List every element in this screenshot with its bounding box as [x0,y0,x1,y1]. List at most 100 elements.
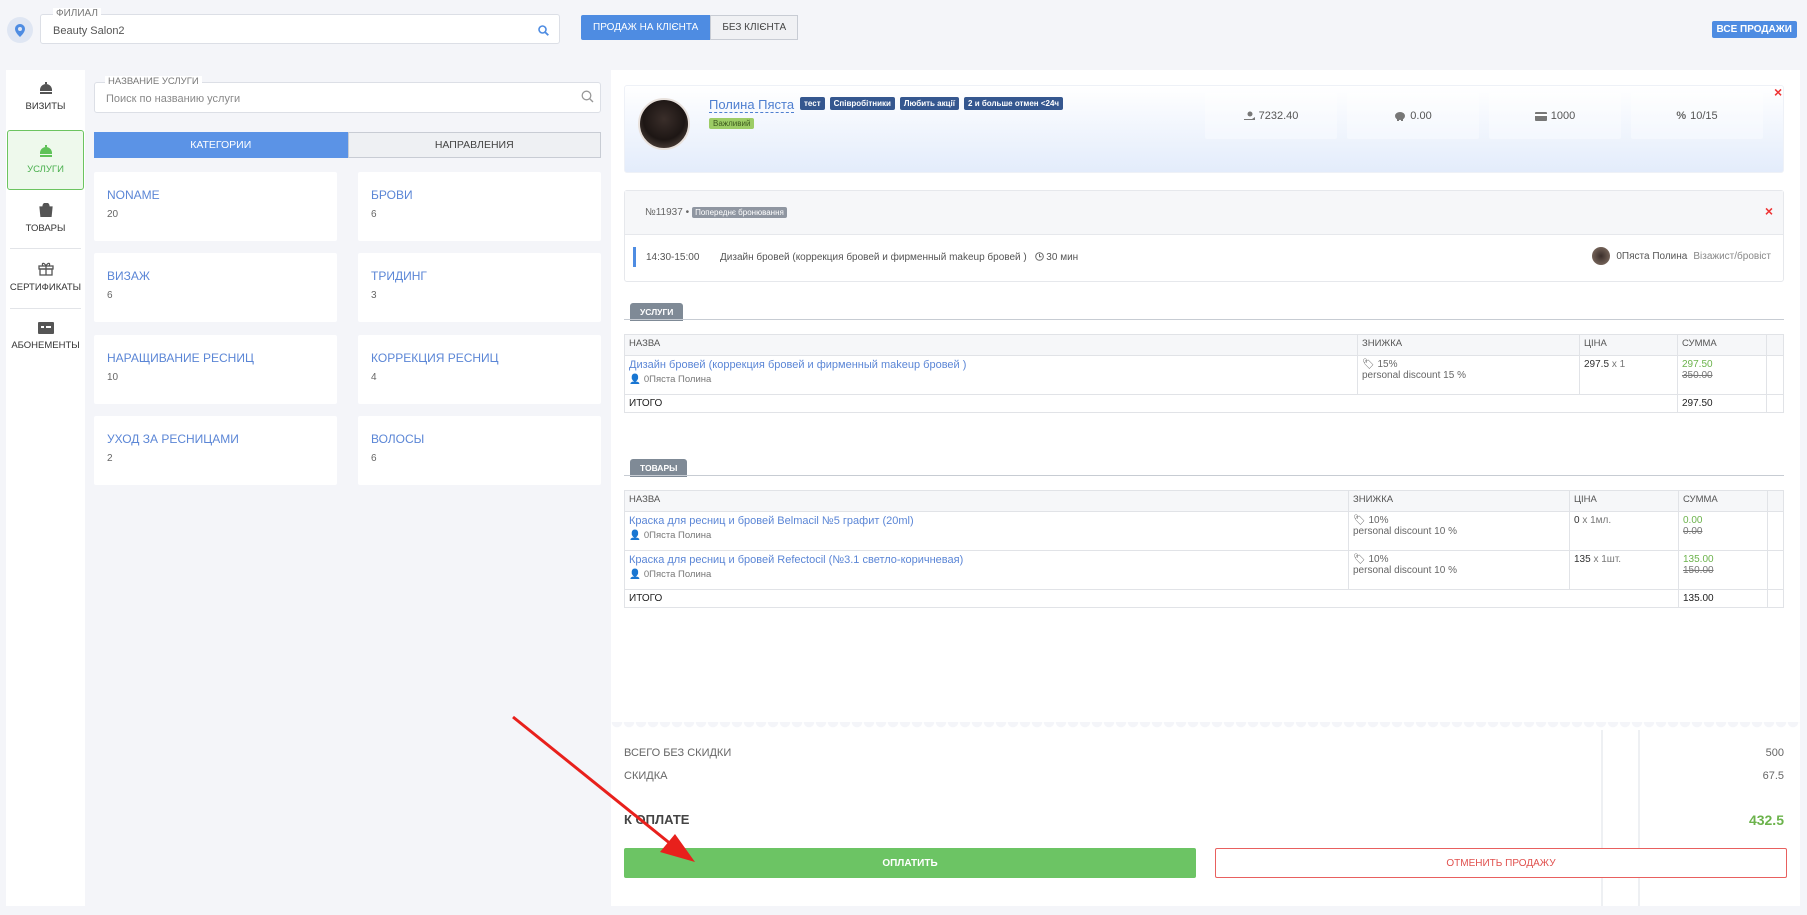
booking-number-text: №11937 • [645,207,690,218]
price-cell[interactable]: 297.5 x 1 [1579,355,1678,395]
booking-time: 14:30-15:00 [646,252,700,263]
price-cell[interactable]: 135 x 1шт. [1569,550,1679,590]
item-staff-name: 0Пяста Полина [643,374,712,385]
booking-staff-name: 0Пяста Полина [1616,250,1688,262]
category-card[interactable]: ТРИДИНГ 3 [358,253,601,322]
mode-no-client-button[interactable]: БЕЗ КЛІЄНТА [710,15,799,40]
item-qty: x 1мл. [1582,515,1612,526]
row-actions-cell[interactable] [1767,550,1784,590]
nav-visits[interactable]: ВИЗИТЫ [6,82,85,127]
item-qty: x 1шт. [1593,554,1622,565]
services-table: НАЗВА ЗНИЖКА ЦІНА СУММА Дизайн бровей (к… [624,334,1784,413]
location-pin-icon[interactable] [7,17,33,43]
search-icon[interactable] [538,23,549,41]
summary-value: 67.5 [1762,770,1784,782]
nav-goods[interactable]: ТОВАРЫ [6,203,85,248]
table-row: Краска для ресниц и бровей Belmacil №5 г… [624,511,1784,551]
client-stat-bonus: 0.00 [1347,93,1479,139]
tab-directions[interactable]: НАПРАВЛЕНИЯ [347,132,601,158]
category-card[interactable]: БРОВИ 6 [358,172,601,241]
all-sales-button[interactable]: ВСЕ ПРОДАЖИ [1711,21,1797,38]
goods-table: НАЗВА ЗНИЖКА ЦІНА СУММА Краска для ресни… [624,490,1784,608]
sum-cell: 135.00 150.00 [1678,550,1768,590]
item-name-link[interactable]: Дизайн бровей (коррекция бровей и фирмен… [629,359,1353,371]
left-nav: ВИЗИТЫ УСЛУГИ ТОВАРЫ СЕРТИФИКАТЫ АБОНЕМЕ… [6,70,85,906]
booking-service: Дизайн бровей (коррекция бровей и фирмен… [720,252,1078,263]
avatar [638,98,690,150]
search-icon[interactable] [581,90,594,108]
client-card: Полина Пяста тест Співробітники Любить а… [624,85,1784,173]
item-cell: Дизайн бровей (коррекция бровей и фирмен… [624,355,1358,395]
receipt-edge [611,722,1800,734]
client-tags: тест Співробітники Любить акції 2 и боль… [800,97,1064,110]
item-sum: 0.00 [1683,515,1703,526]
price-cell[interactable]: 0 x 1мл. [1569,511,1679,551]
column-header: НАЗВА [624,490,1349,512]
summary-discount: СКИДКА 67.5 [624,770,1784,782]
nav-services-label: УСЛУГИ [27,164,64,175]
category-card[interactable]: КОРРЕКЦИЯ РЕСНИЦ 4 [358,335,601,404]
client-name[interactable]: Полина Пяста [709,97,795,113]
credit-card-icon [1534,111,1547,121]
nav-divider [10,308,81,309]
discount-cell[interactable]: 🏷 15% personal discount 15 % [1357,355,1580,395]
category-name: НАРАЩИВАНИЕ РЕСНИЦ [107,351,254,365]
tab-categories[interactable]: КАТЕГОРИИ [94,132,348,158]
item-sum-old: 350.00 [1682,370,1713,381]
branch-select[interactable]: ФИЛИАЛ Beauty Salon2 [40,8,560,44]
user-icon: 👤 [629,530,641,541]
branch-label: ФИЛИАЛ [53,8,101,19]
tag-icon: 🏷 [1353,515,1366,526]
category-card[interactable]: НАРАЩИВАНИЕ РЕСНИЦ 10 [94,335,337,404]
item-cell: Краска для ресниц и бровей Refectocil (№… [624,550,1349,590]
tag-icon: 🏷 [1362,359,1375,370]
category-name: ТРИДИНГ [371,269,427,283]
total-label: ИТОГО [624,394,1678,413]
sum-cell: 0.00 0.00 [1678,511,1768,551]
nav-visits-label: ВИЗИТЫ [25,101,66,112]
nav-services[interactable]: УСЛУГИ [7,130,84,190]
pay-button[interactable]: ОПЛАТИТЬ [624,848,1196,878]
percent-icon: % [1676,110,1687,122]
item-sum-old: 0.00 [1683,526,1703,537]
category-card[interactable]: ВОЛОСЫ 6 [358,416,601,485]
category-name: КОРРЕКЦИЯ РЕСНИЦ [371,351,499,365]
cancel-sale-button[interactable]: ОТМЕНИТЬ ПРОДАЖУ [1215,848,1787,878]
booking-number: №11937 • Попереднє бронювання [645,207,787,218]
category-card[interactable]: ВИЗАЖ 6 [94,253,337,322]
card-icon [37,322,54,334]
client-stat-value: 7232.40 [1258,110,1299,122]
service-search[interactable]: НАЗВАНИЕ УСЛУГИ Поиск по названию услуги [94,76,601,113]
discount-value: 10% [1368,515,1389,526]
close-icon[interactable]: × [1765,203,1773,219]
sale-mode-toggle: ПРОДАЖ НА КЛІЄНТА БЕЗ КЛІЄНТА [581,15,799,40]
column-header: ЗНИЖКА [1357,334,1580,356]
row-actions-cell[interactable] [1767,511,1784,551]
nav-certificates[interactable]: СЕРТИФИКАТЫ [6,262,85,307]
service-search-placeholder: Поиск по названию услуги [106,93,241,105]
client-stat-value: 1000 [1550,110,1576,122]
branch-value: Beauty Salon2 [53,25,125,37]
discount-cell[interactable]: 🏷 10% personal discount 10 % [1348,511,1570,551]
item-name-link[interactable]: Краска для ресниц и бровей Refectocil (№… [629,554,1344,566]
empty-cell [1767,589,1784,608]
table-row: Краска для ресниц и бровей Refectocil (№… [624,550,1784,590]
nav-subscriptions-label: АБОНЕМЕНТЫ [11,340,80,351]
mode-client-button[interactable]: ПРОДАЖ НА КЛІЄНТА [581,15,711,40]
nav-subscriptions[interactable]: АБОНЕМЕНТЫ [6,322,85,367]
client-stat-value: 0.00 [1410,110,1432,122]
item-price: 0 [1574,515,1580,526]
clock-icon [1034,252,1044,261]
avatar [1592,247,1611,265]
discount-cell[interactable]: 🏷 10% personal discount 10 % [1348,550,1570,590]
item-name-link[interactable]: Краска для ресниц и бровей Belmacil №5 г… [629,515,1344,527]
total-value: 297.50 [1677,394,1767,413]
category-card[interactable]: NONAME 20 [94,172,337,241]
summary-to-pay: К ОПЛАТЕ 432.5 [624,812,1784,828]
column-header-actions [1766,334,1784,356]
close-icon[interactable]: × [1774,84,1782,100]
column-header: ЦІНА [1579,334,1678,356]
category-name: NONAME [107,188,160,202]
category-card[interactable]: УХОД ЗА РЕСНИЦАМИ 2 [94,416,337,485]
row-actions-cell[interactable] [1766,355,1784,395]
